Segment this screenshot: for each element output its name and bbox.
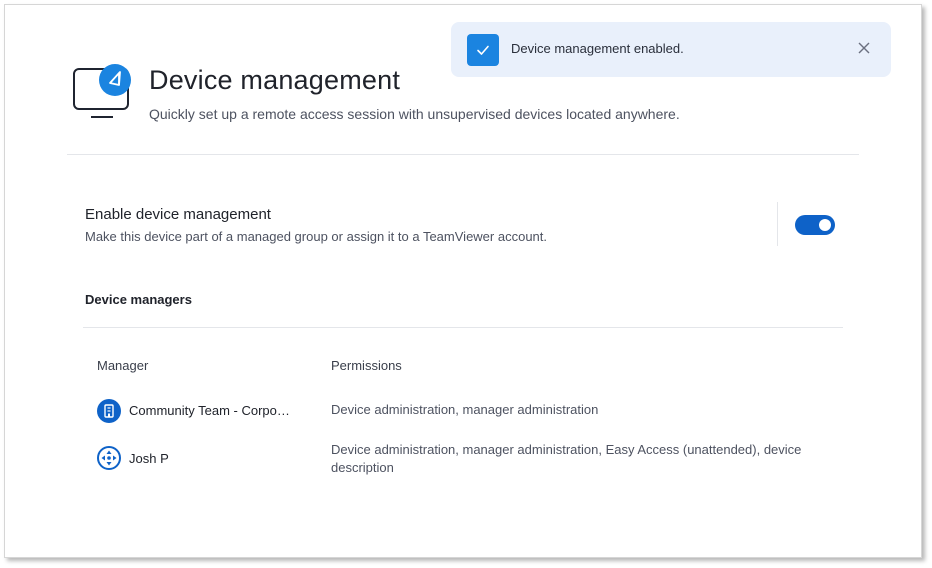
column-header-manager: Manager [97,358,149,373]
page-title: Device management [149,65,401,95]
close-icon[interactable] [857,41,871,55]
device-management-icon [73,63,135,125]
managers-divider [83,327,843,328]
toggle-knob [819,219,831,231]
toast-message: Device management enabled. [511,41,684,56]
toggle-separator [777,202,778,246]
teamviewer-logo-icon [97,446,121,470]
manager-permissions: Device administration, manager administr… [331,442,802,475]
column-header-permissions: Permissions [331,358,402,373]
device-management-window: Device management Quickly set up a remot… [4,4,922,558]
company-building-icon [97,399,121,423]
manager-name: Josh P [129,451,169,466]
page-subtitle: Quickly set up a remote access session w… [149,106,680,122]
enable-device-management-description: Make this device part of a managed group… [85,229,548,244]
enable-device-management-label: Enable device management [85,206,271,223]
device-managers-heading: Device managers [85,292,192,307]
checkmark-icon [467,34,499,66]
header-divider [67,154,859,155]
success-toast: Device management enabled. [451,22,891,77]
enable-device-management-toggle[interactable] [795,215,835,235]
manager-permissions: Device administration, manager administr… [331,402,599,417]
manager-name: Community Team - Corpo… [129,403,290,418]
